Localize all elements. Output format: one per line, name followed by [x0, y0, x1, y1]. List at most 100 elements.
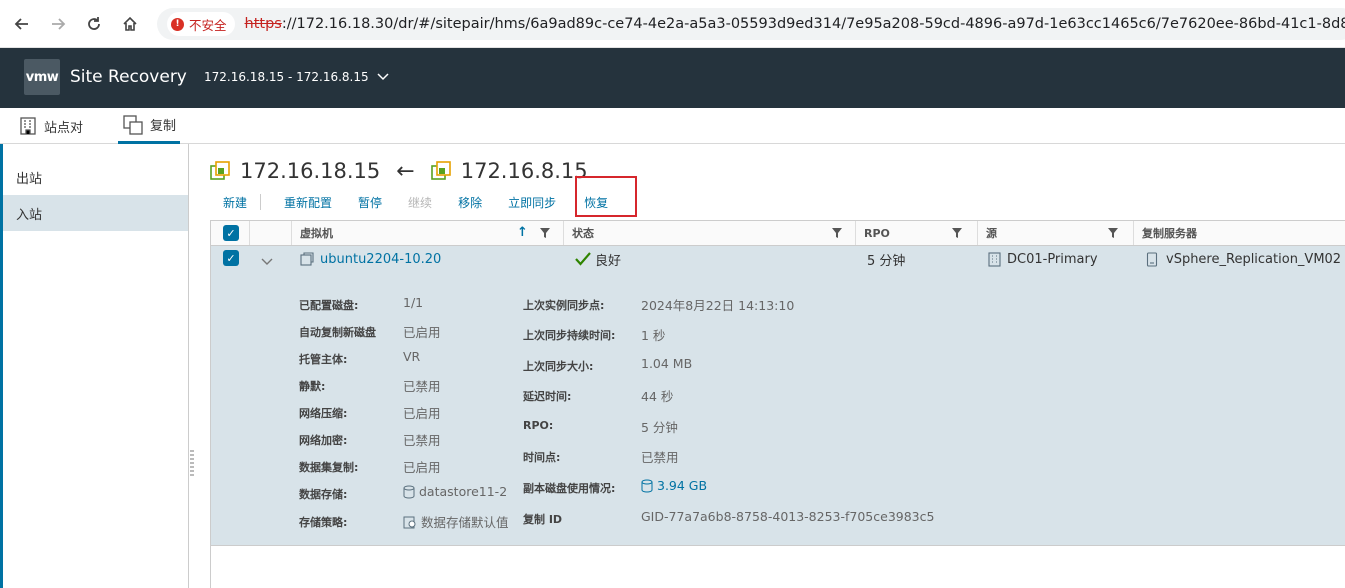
vm-icon	[300, 252, 314, 266]
detail-label: 托管主体:	[299, 353, 348, 366]
detail-label: 存储策略:	[299, 516, 348, 529]
source-cell: DC01-Primary	[987, 246, 1098, 272]
filter-icon[interactable]	[540, 228, 550, 238]
url-scheme: https	[244, 16, 282, 32]
detail-label: 延迟时间:	[523, 390, 572, 403]
filter-icon[interactable]	[952, 228, 962, 238]
replicate-icon	[123, 114, 143, 135]
detail-value: 已禁用	[403, 379, 441, 394]
column-rpo-label: RPO	[864, 226, 890, 240]
app-title: Site Recovery	[70, 67, 187, 87]
action-toolbar: 新建 重新配置 暂停 继续 移除 立即同步 恢复	[210, 189, 621, 215]
sort-asc-icon[interactable]: ↑	[517, 225, 528, 240]
detail-value: 1 秒	[641, 328, 666, 343]
row-checkbox[interactable]: ✓	[223, 250, 239, 266]
app-header: vmw Site Recovery 172.16.18.15 - 172.16.…	[0, 48, 1345, 108]
remove-button[interactable]: 移除	[445, 194, 495, 211]
detail-value: 已禁用	[403, 433, 441, 448]
arrow-left-icon: ←	[396, 158, 415, 184]
detail-label: 上次同步大小:	[523, 360, 594, 373]
detail-label: 网络加密:	[299, 434, 348, 447]
detail-label: 时间点:	[523, 451, 561, 464]
column-header-server[interactable]: 复制服务器	[1133, 221, 1345, 245]
rpo-cell: 5 分钟	[867, 253, 906, 269]
forward-icon[interactable]	[46, 12, 70, 36]
storage-policy-value: 数据存储默认值	[403, 512, 509, 531]
warning-icon: !	[171, 17, 184, 31]
detail-value: 2024年8月22日 14:13:10	[641, 298, 795, 313]
source-text: DC01-Primary	[1007, 251, 1098, 267]
reconfigure-button[interactable]: 重新配置	[271, 194, 345, 211]
disk-usage-value[interactable]: 3.94 GB	[641, 478, 707, 493]
detail-value: 已禁用	[641, 450, 679, 465]
filter-icon[interactable]	[832, 228, 842, 238]
chevron-down-icon	[377, 73, 389, 81]
column-header-status[interactable]: 状态	[563, 221, 853, 245]
server-icon	[1146, 251, 1158, 267]
sidebar-item-label: 出站	[16, 171, 43, 187]
reload-icon[interactable]	[82, 12, 106, 36]
expand-column-header	[249, 221, 289, 245]
datastore-icon	[641, 479, 653, 493]
status-cell: 良好	[575, 246, 621, 272]
column-status-label: 状态	[572, 227, 594, 240]
tab-replication[interactable]: 复制	[118, 108, 181, 144]
target-site-label: 172.16.8.15	[460, 159, 588, 183]
vm-cell[interactable]: ubuntu2204-10.20	[299, 246, 441, 272]
detail-value: VR	[403, 349, 421, 364]
grid-header: ✓ 虚拟机 ↑ 状态 RPO 源 复制服务器	[211, 221, 1345, 246]
datastore-icon	[403, 485, 415, 499]
home-icon[interactable]	[118, 12, 142, 36]
address-bar[interactable]: ! 不安全 https ://172.16.18.30/dr/#/sitepai…	[157, 8, 1345, 40]
detail-label: RPO:	[523, 419, 554, 432]
filter-icon[interactable]	[1108, 228, 1118, 238]
sidebar: 出站 入站	[0, 144, 189, 588]
back-icon[interactable]	[10, 12, 34, 36]
page-title: 172.16.18.15 ← 172.16.8.15	[210, 155, 588, 187]
detail-value: 已启用	[403, 325, 441, 340]
resume-button[interactable]: 继续	[395, 194, 445, 211]
select-all-checkbox[interactable]: ✓	[223, 225, 239, 241]
resize-handle[interactable]	[190, 450, 194, 478]
tab-site-pairs[interactable]: 站点对	[18, 108, 83, 144]
url-text: ://172.16.18.30/dr/#/sitepair/hms/6a9ad8…	[281, 16, 1345, 32]
pause-button[interactable]: 暂停	[345, 194, 395, 211]
sidebar-item-outgoing[interactable]: 出站	[3, 159, 188, 195]
site-icon	[430, 161, 451, 181]
column-source-label: 源	[986, 227, 997, 240]
sidebar-item-incoming[interactable]: 入站	[3, 195, 188, 231]
check-icon: ✓	[223, 225, 239, 241]
detail-value: 已启用	[403, 406, 441, 421]
tab-site-pairs-label: 站点对	[44, 120, 84, 136]
table-row[interactable]: ✓ ubuntu2204-10.20 良好 5 分钟 DC01-Primary	[211, 246, 1345, 546]
column-vm-label: 虚拟机	[300, 227, 333, 240]
server-cell: vSphere_Replication_VM02	[1146, 246, 1341, 272]
column-header-vm[interactable]: 虚拟机 ↑	[291, 221, 563, 245]
datastore-text: datastore11-2	[419, 484, 508, 499]
detail-label: 上次实例同步点:	[523, 299, 605, 312]
building-icon	[20, 117, 36, 135]
detail-label: 静默:	[299, 380, 326, 393]
expand-chevron-icon[interactable]	[261, 251, 273, 270]
detail-label: 自动复制新磁盘	[299, 326, 376, 339]
new-button[interactable]: 新建	[210, 194, 260, 211]
detail-label: 上次同步持续时间:	[523, 329, 616, 342]
column-header-rpo[interactable]: RPO	[855, 221, 973, 245]
insecure-label: 不安全	[189, 17, 227, 33]
top-tabs: 站点对 复制	[0, 108, 1345, 144]
detail-label: 已配置磁盘:	[299, 299, 359, 312]
check-status-icon	[575, 252, 591, 266]
detail-value: 44 秒	[641, 389, 674, 404]
site-pair-selector[interactable]: 172.16.18.15 - 172.16.8.15	[204, 70, 389, 84]
column-header-source[interactable]: 源	[977, 221, 1127, 245]
detail-label: 数据集复制:	[299, 461, 359, 474]
sync-now-button[interactable]: 立即同步	[495, 194, 569, 211]
insecure-badge[interactable]: ! 不安全	[167, 12, 235, 36]
disk-usage-link[interactable]: 3.94 GB	[657, 478, 707, 493]
detail-value: 1.04 MB	[641, 356, 693, 371]
detail-label: 数据存储:	[299, 488, 348, 501]
datastore-value: datastore11-2	[403, 484, 507, 499]
tab-replication-label: 复制	[150, 119, 177, 134]
site-icon	[210, 161, 230, 181]
vm-link[interactable]: ubuntu2204-10.20	[320, 252, 441, 267]
